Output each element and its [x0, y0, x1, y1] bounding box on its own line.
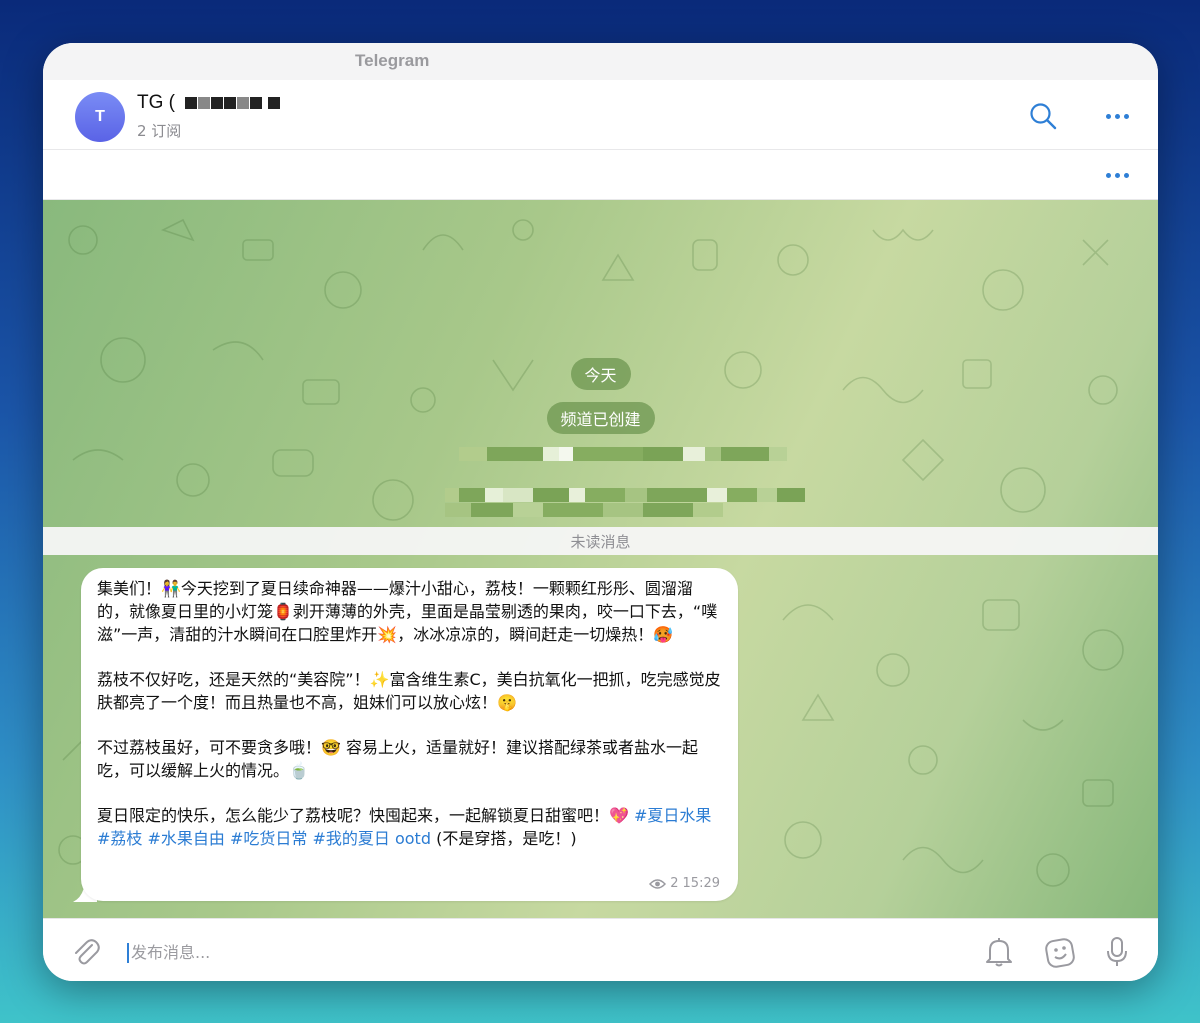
- channel-avatar[interactable]: T: [75, 92, 125, 142]
- chat-header[interactable]: T TG ( 2 订阅: [43, 80, 1158, 150]
- view-count: 2: [670, 876, 679, 891]
- message-bubble[interactable]: 集美们！👫今天挖到了夏日续命神器——爆汁小甜心，荔枝！一颗颗红彤彤、圆溜溜的，就…: [81, 568, 738, 901]
- message-composer[interactable]: 发布消息...: [43, 918, 1158, 981]
- message-paragraph: 夏日限定的快乐，怎么能少了荔枝呢？快囤起来，一起解锁夏日甜蜜吧！💖 #夏日水果 …: [97, 804, 722, 850]
- eye-icon: [649, 878, 667, 889]
- microphone-icon[interactable]: [1100, 935, 1134, 969]
- channel-name-text: TG (: [137, 92, 175, 113]
- pinned-bar: [43, 150, 1158, 200]
- sticker-icon[interactable]: [1044, 935, 1078, 969]
- channel-name[interactable]: TG (: [137, 92, 280, 114]
- date-pill: 今天: [570, 358, 631, 390]
- bell-icon[interactable]: [982, 935, 1016, 969]
- redacted-text-line: [445, 503, 723, 517]
- chat-area[interactable]: 今天 频道已创建 未读消息 集美们！👫今天挖到了夏日续命神器——爆汁小甜心，荔枝…: [43, 200, 1158, 918]
- more-icon[interactable]: [1101, 159, 1133, 191]
- message-text: (不是穿搭，是吃！): [430, 829, 577, 848]
- message-paragraph: 集美们！👫今天挖到了夏日续命神器——爆汁小甜心，荔枝！一颗颗红彤彤、圆溜溜的，就…: [97, 579, 718, 644]
- paperclip-icon[interactable]: [69, 935, 103, 969]
- redacted-name: [185, 97, 280, 109]
- message-paragraph: 荔枝不仅好吃，还是天然的“美容院”！✨富含维生素C，美白抗氧化一把抓，吃完感觉皮…: [97, 670, 721, 712]
- message-text: 夏日限定的快乐，怎么能少了荔枝呢？快囤起来，一起解锁夏日甜蜜吧！💖: [97, 806, 635, 825]
- message-meta: 2 15:29: [649, 876, 720, 891]
- message-paragraph: 不过荔枝虽好，可不要贪多哦！🤓 容易上火，适量就好！建议搭配绿茶或者盐水一起吃，…: [97, 738, 699, 780]
- service-message: 频道已创建: [546, 402, 655, 434]
- app-window: Telegram T TG ( 2 订阅 今天 频道已创建 未读消息 集美们！👫…: [43, 43, 1158, 981]
- search-icon[interactable]: [1027, 100, 1059, 132]
- title-bar: Telegram: [43, 43, 1158, 80]
- redacted-text-line: [445, 488, 805, 502]
- app-title: Telegram: [355, 51, 430, 70]
- more-icon[interactable]: [1101, 100, 1133, 132]
- message-input[interactable]: 发布消息...: [127, 943, 210, 963]
- unread-label: 未读消息: [570, 532, 631, 551]
- redacted-text-line: [459, 447, 787, 461]
- subscriber-count: 2 订阅: [137, 122, 182, 140]
- unread-messages-divider: 未读消息: [43, 527, 1158, 555]
- message-time: 15:29: [682, 876, 720, 891]
